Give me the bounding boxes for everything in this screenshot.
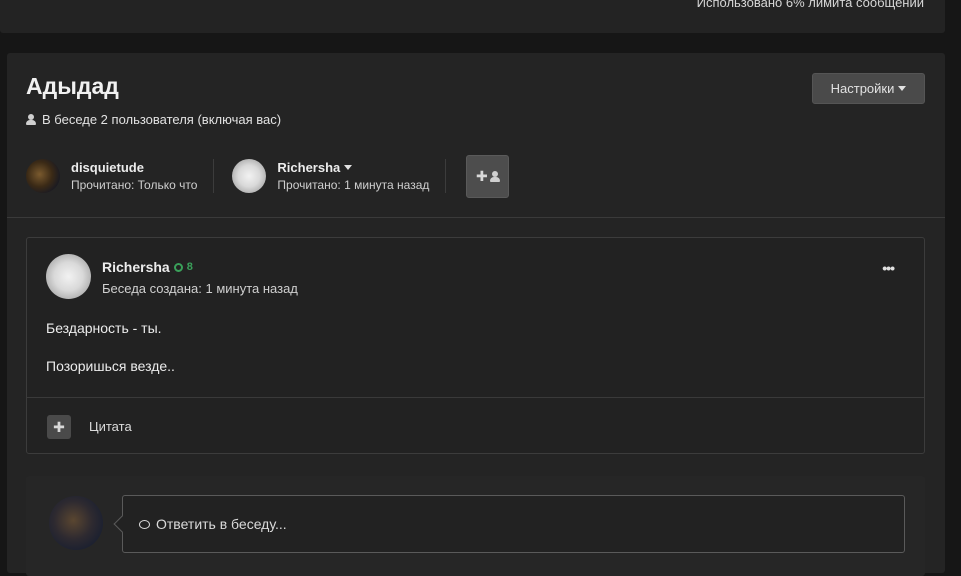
avatar[interactable] (232, 159, 267, 193)
conversation-panel: Адыдад В беседе 2 пользователя (включая … (7, 53, 945, 576)
quote-add-button[interactable]: ✚ (47, 415, 71, 439)
message-card: Richersha 8 Беседа создана: 1 минута наз… (26, 237, 925, 454)
reply-placeholder: Ответить в беседу... (156, 516, 287, 532)
more-options-button[interactable]: ••• (882, 260, 895, 276)
comment-icon (139, 519, 150, 529)
participants-list: disquietude Прочитано: Только что Richer… (26, 154, 510, 198)
top-panel: Использовано 6% лимита сообщений (0, 0, 945, 33)
settings-label: Настройки (830, 81, 895, 96)
reply-area: Ответить в беседу... (26, 476, 925, 576)
participant-richersha[interactable]: Richersha Прочитано: 1 минута назад (232, 159, 445, 193)
plus-icon: ✚ (476, 168, 488, 184)
message-line: Бездарность - ты. (46, 320, 162, 336)
caret-down-icon[interactable] (344, 165, 353, 170)
avatar (49, 496, 103, 550)
avatar[interactable] (46, 254, 91, 299)
avatar[interactable] (26, 159, 60, 193)
page-title: Адыдад (26, 73, 119, 99)
message-author: Richersha 8 (102, 259, 193, 275)
settings-button[interactable]: Настройки (812, 73, 925, 104)
quote-button[interactable]: Цитата (89, 419, 132, 434)
author-name[interactable]: Richersha (102, 259, 170, 275)
add-participant-button[interactable]: ✚ (466, 154, 510, 198)
plus-icon: ✚ (53, 419, 65, 435)
user-icon (26, 114, 36, 125)
members-count-text: В беседе 2 пользователя (включая вас) (42, 112, 282, 127)
participant-disquietude[interactable]: disquietude Прочитано: Только что (26, 159, 213, 193)
message-meta: Беседа создана: 1 минута назад (102, 281, 298, 296)
divider (445, 159, 447, 193)
reply-input[interactable]: Ответить в беседу... (122, 495, 905, 553)
message-footer: ✚ Цитата (27, 397, 924, 455)
conversation-header: Адыдад В беседе 2 пользователя (включая … (7, 53, 945, 218)
usage-limit-text: Использовано 6% лимита сообщений (696, 0, 924, 10)
reputation-icon (173, 262, 183, 272)
participant-read-status: Прочитано: Только что (71, 178, 198, 192)
message-line: Позоришься везде.. (46, 358, 175, 374)
members-count: В беседе 2 пользователя (включая вас) (26, 112, 281, 127)
reputation-count: 8 (186, 261, 193, 273)
message-body: Бездарность - ты. Позоришься везде.. (46, 320, 175, 396)
participant-name[interactable]: Richersha (277, 160, 429, 175)
participant-read-status: Прочитано: 1 минута назад (277, 178, 430, 192)
caret-down-icon (898, 86, 907, 91)
user-icon (489, 170, 500, 182)
divider (213, 159, 215, 193)
participant-name[interactable]: disquietude (71, 160, 197, 175)
